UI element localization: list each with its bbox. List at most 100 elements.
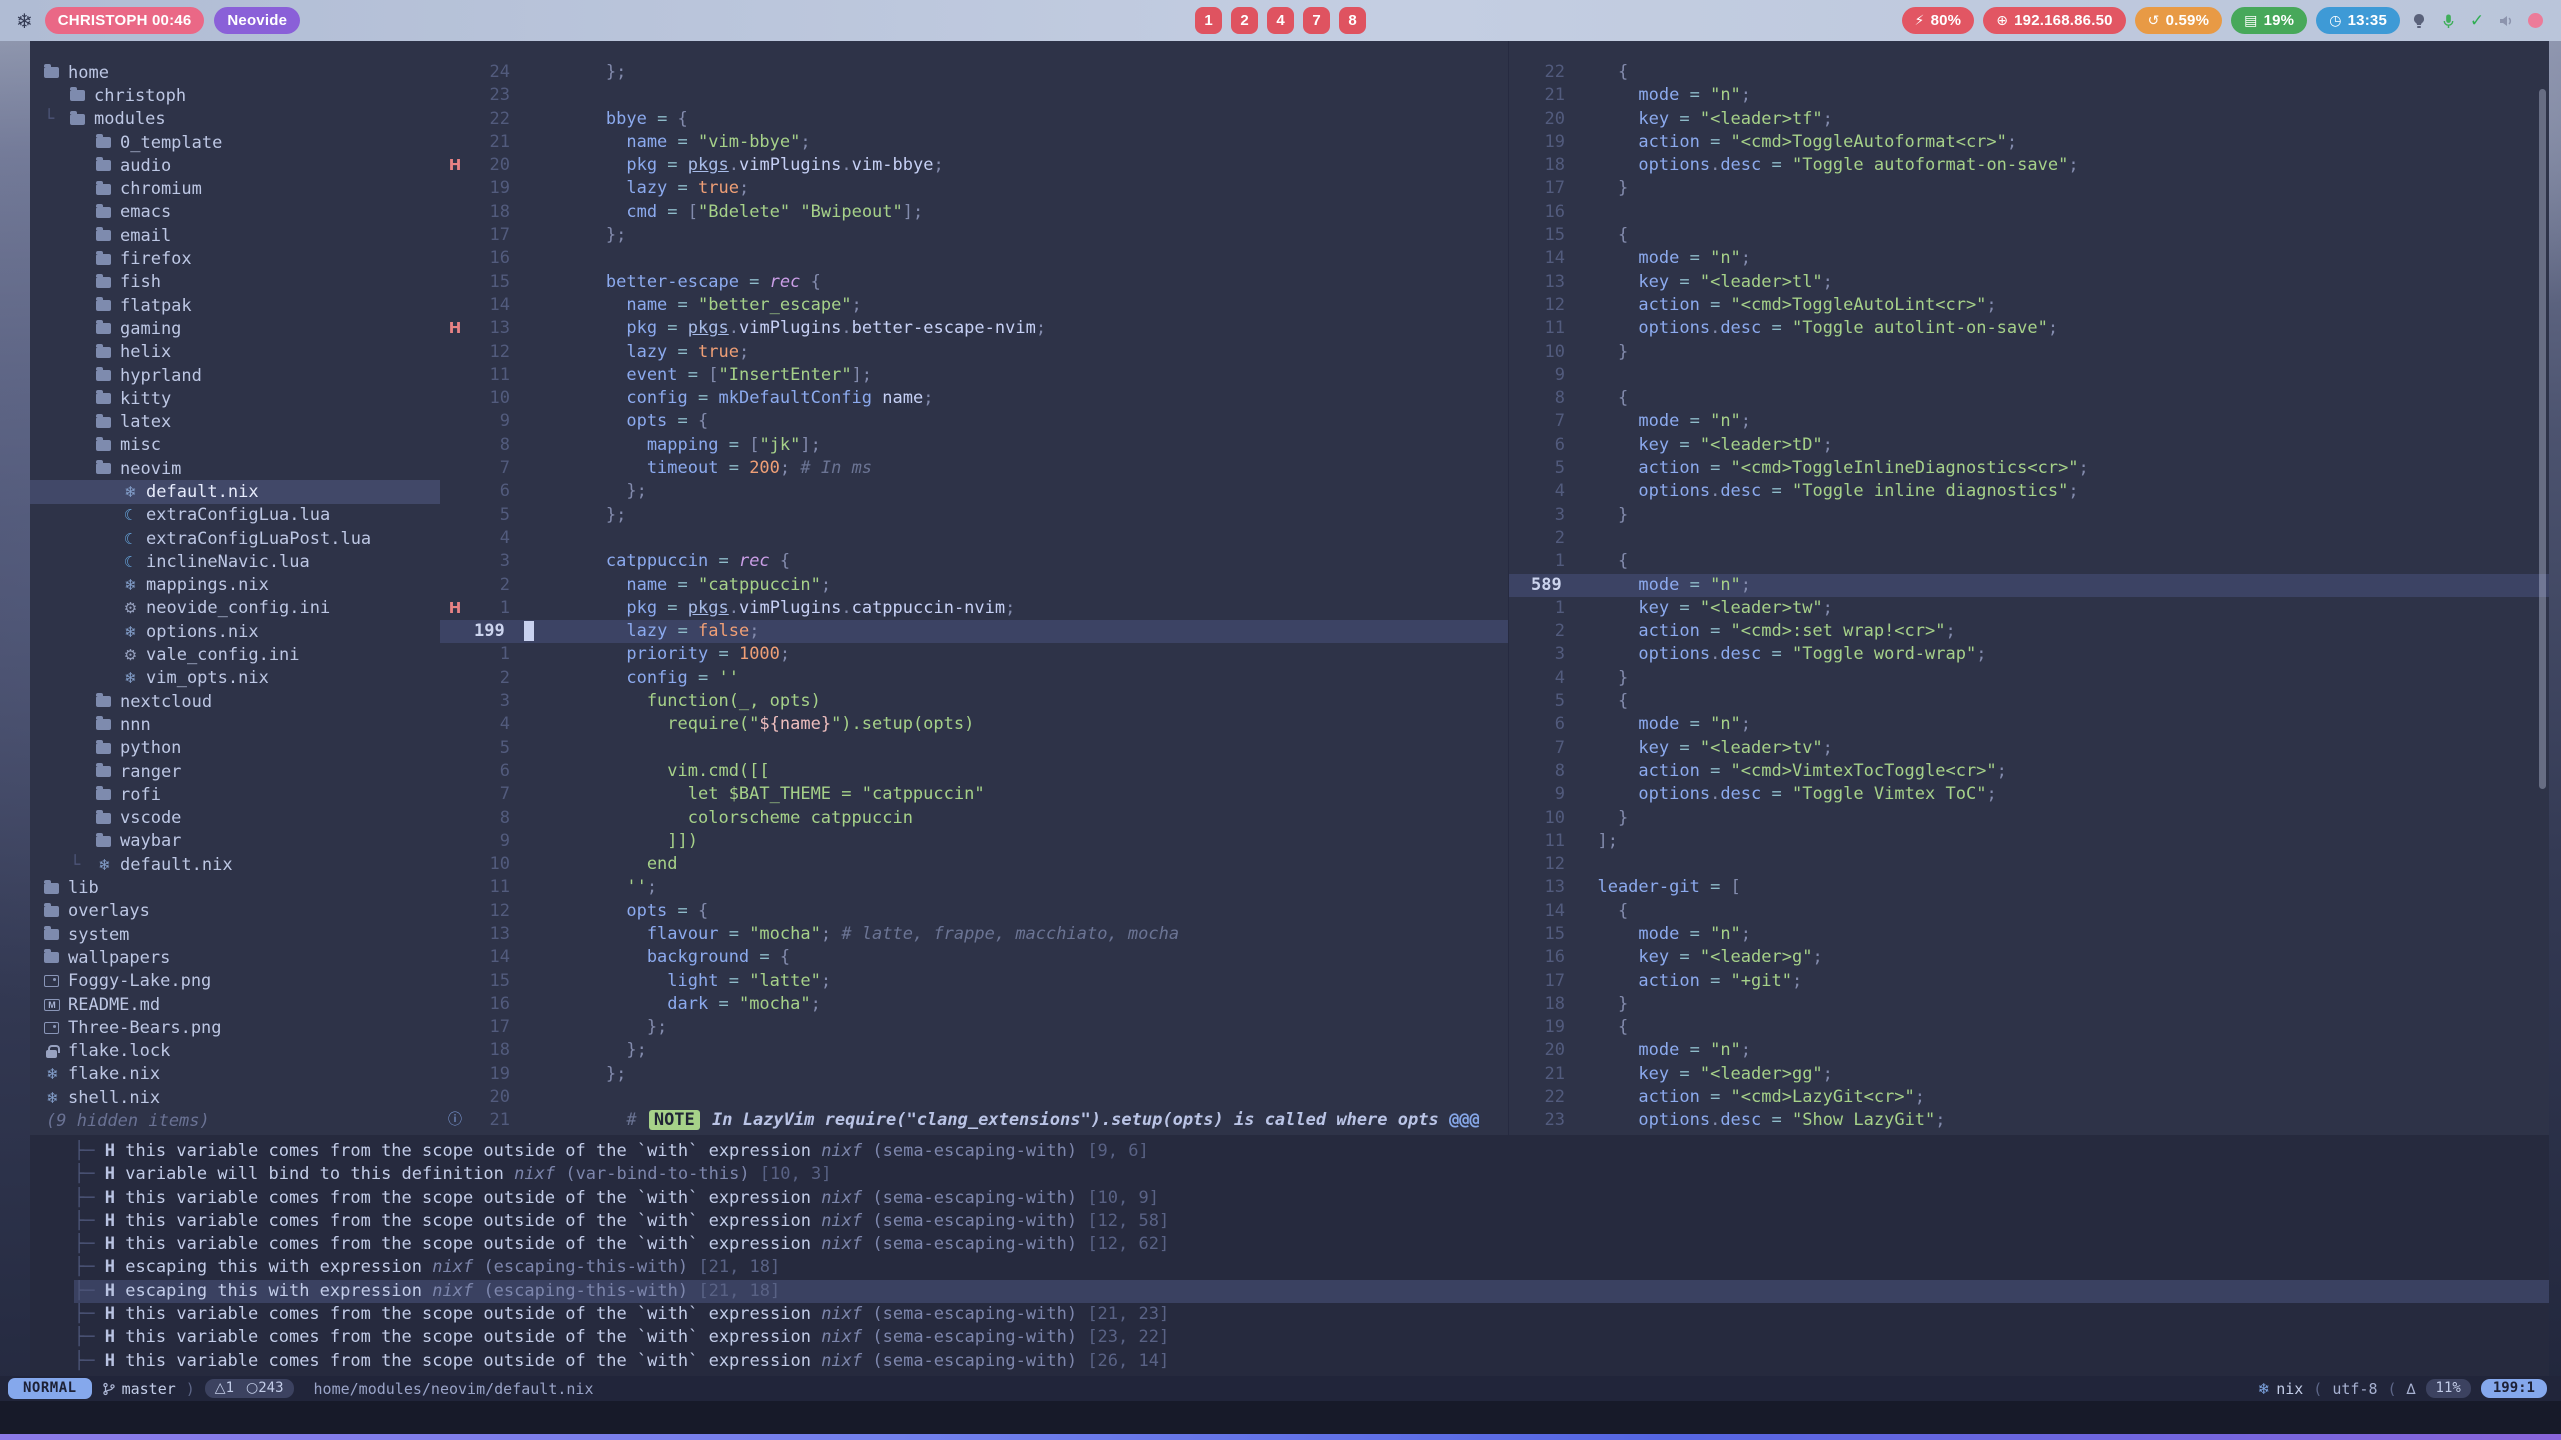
diagnostic-row[interactable]: ├─ H this variable comes from the scope … [74, 1303, 2549, 1326]
tree-item-helix[interactable]: helix [30, 341, 440, 364]
diagnostic-row[interactable]: ├─ H this variable comes from the scope … [74, 1233, 2549, 1256]
code-line[interactable]: 13 leader-git = [ [1509, 876, 2549, 899]
network-badge[interactable]: ⊕192.168.86.50 [1983, 7, 2125, 34]
code-line[interactable]: 4 options.desc = "Toggle inline diagnost… [1509, 480, 2549, 503]
tree-item-chromium[interactable]: chromium [30, 177, 440, 200]
tree-item-email[interactable]: email [30, 224, 440, 247]
code-line[interactable]: 24 }; [440, 61, 1508, 84]
tree-item-wallpapers[interactable]: wallpapers [30, 946, 440, 969]
tree-item-audio[interactable]: audio [30, 154, 440, 177]
code-line[interactable]: 10 end [440, 853, 1508, 876]
code-line[interactable]: 1 { [1509, 550, 2549, 573]
tree-item-0_template[interactable]: 0_template [30, 131, 440, 154]
code-line[interactable]: 5 [440, 737, 1508, 760]
code-line[interactable]: 13 key = "<leader>tl"; [1509, 271, 2549, 294]
tree-item-rofi[interactable]: rofi [30, 783, 440, 806]
code-line[interactable]: 5 }; [440, 504, 1508, 527]
scrollbar[interactable] [2539, 89, 2546, 789]
code-line[interactable]: 16 dark = "mocha"; [440, 993, 1508, 1016]
code-line[interactable]: 7 let $BAT_THEME = "catppuccin" [440, 783, 1508, 806]
tree-item-christoph[interactable]: christoph [30, 84, 440, 107]
code-line[interactable]: 5 { [1509, 690, 2549, 713]
tree-item-nnn[interactable]: nnn [30, 713, 440, 736]
workspace-button-1[interactable]: 1 [1195, 7, 1222, 34]
code-line[interactable]: 18 options.desc = "Toggle autoformat-on-… [1509, 154, 2549, 177]
code-line[interactable]: 16 [1509, 201, 2549, 224]
speaker-icon[interactable] [2496, 11, 2516, 31]
code-line[interactable]: 17 }; [440, 1016, 1508, 1039]
tree-item-misc[interactable]: misc [30, 434, 440, 457]
diagnostic-row[interactable]: ├─ H this variable comes from the scope … [74, 1350, 2549, 1373]
tree-item-system[interactable]: system [30, 923, 440, 946]
tree-item-default.nix[interactable]: └❄default.nix [30, 853, 440, 876]
tree-item-latex[interactable]: latex [30, 410, 440, 433]
memory-badge[interactable]: ▤19% [2231, 7, 2307, 34]
code-line[interactable]: 23 [440, 84, 1508, 107]
cpu-badge[interactable]: ↺0.59% [2135, 7, 2222, 34]
code-line[interactable]: 18 cmd = ["Bdelete" "Bwipeout"]; [440, 201, 1508, 224]
code-line[interactable]: 18 }; [440, 1039, 1508, 1062]
tree-item-nextcloud[interactable]: nextcloud [30, 690, 440, 713]
code-line[interactable]: 7 timeout = 200; # In ms [440, 457, 1508, 480]
code-line[interactable]: 12 lazy = true; [440, 341, 1508, 364]
notification-dot[interactable] [2528, 13, 2543, 28]
tree-item-modules[interactable]: └modules [30, 108, 440, 131]
tree-item-flake.lock[interactable]: flake.lock [30, 1039, 440, 1062]
tree-item-vscode[interactable]: vscode [30, 807, 440, 830]
code-line[interactable]: 11 event = ["InsertEnter"]; [440, 364, 1508, 387]
tree-item-Three-Bears.png[interactable]: Three-Bears.png [30, 1016, 440, 1039]
code-line[interactable]: 2 action = "<cmd>:set wrap!<cr>"; [1509, 620, 2549, 643]
lightbulb-icon[interactable] [2409, 11, 2429, 31]
microphone-icon[interactable] [2438, 11, 2458, 31]
code-line[interactable]: 199 lazy = false; [440, 620, 1508, 643]
tree-item-home[interactable]: home [30, 61, 440, 84]
code-line[interactable]: 12 action = "<cmd>ToggleAutoLint<cr>"; [1509, 294, 2549, 317]
code-line[interactable]: H1 pkg = pkgs.vimPlugins.catppuccin-nvim… [440, 597, 1508, 620]
tree-item-extraConfigLuaPost.lua[interactable]: ☾extraConfigLuaPost.lua [30, 527, 440, 550]
code-line[interactable]: 16 key = "<leader>g"; [1509, 946, 2549, 969]
code-line[interactable]: 8 action = "<cmd>VimtexTocToggle<cr>"; [1509, 760, 2549, 783]
code-line[interactable]: 21 key = "<leader>gg"; [1509, 1063, 2549, 1086]
diagnostics-summary[interactable]: △1 ○243 [205, 1379, 294, 1398]
code-line[interactable]: 14 mode = "n"; [1509, 247, 2549, 270]
tree-item-emacs[interactable]: emacs [30, 201, 440, 224]
code-line[interactable]: 14 { [1509, 900, 2549, 923]
code-line[interactable]: ⓘ21 # NOTE In LazyVim require("clang_ext… [440, 1109, 1508, 1132]
code-line[interactable]: 22 { [1509, 61, 2549, 84]
code-line[interactable]: 3 function(_, opts) [440, 690, 1508, 713]
tree-item-ranger[interactable]: ranger [30, 760, 440, 783]
code-line[interactable]: 7 mode = "n"; [1509, 410, 2549, 433]
code-line[interactable]: 5 action = "<cmd>ToggleInlineDiagnostics… [1509, 457, 2549, 480]
tree-item-neovim[interactable]: neovim [30, 457, 440, 480]
tree-item-inclineNavic.lua[interactable]: ☾inclineNavic.lua [30, 550, 440, 573]
code-line[interactable]: 13 flavour = "mocha"; # latte, frappe, m… [440, 923, 1508, 946]
tree-item-shell.nix[interactable]: ❄shell.nix [30, 1086, 440, 1109]
workspace-button-7[interactable]: 7 [1303, 7, 1330, 34]
tree-item-python[interactable]: python [30, 737, 440, 760]
code-line[interactable]: 3 } [1509, 504, 2549, 527]
code-line[interactable]: 4 } [1509, 667, 2549, 690]
code-line[interactable]: 18 } [1509, 993, 2549, 1016]
tree-item-gaming[interactable]: gaming [30, 317, 440, 340]
diagnostic-row[interactable]: ├─ H this variable comes from the scope … [74, 1140, 2549, 1163]
diagnostic-row[interactable]: ├─ H escaping this with expression nixf … [74, 1256, 2549, 1279]
code-line[interactable]: 12 opts = { [440, 900, 1508, 923]
code-line[interactable]: 16 [440, 247, 1508, 270]
code-line[interactable]: 23 options.desc = "Show LazyGit"; [1509, 1109, 2549, 1132]
diagnostic-row[interactable]: ├─ H this variable comes from the scope … [74, 1210, 2549, 1233]
tree-item-hyprland[interactable]: hyprland [30, 364, 440, 387]
code-line[interactable]: 3 options.desc = "Toggle word-wrap"; [1509, 643, 2549, 666]
code-line[interactable]: 17 action = "+git"; [1509, 970, 2549, 993]
clock-badge[interactable]: ◷13:35 [2316, 7, 2400, 34]
code-line[interactable]: 6 }; [440, 480, 1508, 503]
code-line[interactable]: 8 { [1509, 387, 2549, 410]
code-line[interactable]: 3 catppuccin = rec { [440, 550, 1508, 573]
diagnostic-row[interactable]: ├─ H escaping this with expression nixf … [74, 1280, 2549, 1303]
code-line[interactable]: 10 config = mkDefaultConfig name; [440, 387, 1508, 410]
code-line[interactable]: 4 [440, 527, 1508, 550]
tree-item-waybar[interactable]: waybar [30, 830, 440, 853]
code-line[interactable]: 17 } [1509, 177, 2549, 200]
code-line[interactable]: 589 mode = "n"; [1509, 574, 2549, 597]
check-icon[interactable]: ✓ [2467, 11, 2487, 31]
tree-item-kitty[interactable]: kitty [30, 387, 440, 410]
